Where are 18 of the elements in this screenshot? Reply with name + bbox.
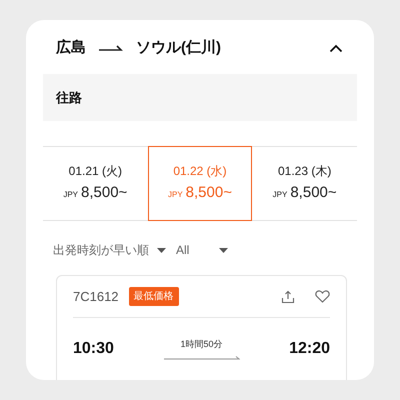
origin-city: 広島 [56,38,86,58]
departure-time: 10:30 [73,339,114,359]
lowest-price-badge: 最低価格 [128,287,179,306]
filter-dropdown[interactable]: 出発時刻が早い順 [53,241,166,259]
flight-number: 7C1612 [73,288,119,306]
date-tab[interactable]: 01.23 (木) JPY 8,500~ [252,147,357,220]
dropdown-caret-icon [219,248,228,252]
heart-icon[interactable] [315,290,330,303]
filter-dropdown[interactable]: All [176,241,228,259]
section-title: 往路 [56,88,82,107]
date-tab[interactable]: 01.21 (火) JPY 8,500~ [43,147,148,220]
chevron-up-icon [329,44,343,52]
dropdown-caret-icon [157,248,166,252]
destination-city: ソウル(仁川) [136,38,221,58]
flight-duration: 1時間50分 [180,338,223,352]
arrival-time: 12:20 [289,339,330,359]
share-icon[interactable] [281,290,295,304]
flight-card[interactable]: 7C1612 最低価格 10:30 1時間50分 12:20 [56,275,347,380]
